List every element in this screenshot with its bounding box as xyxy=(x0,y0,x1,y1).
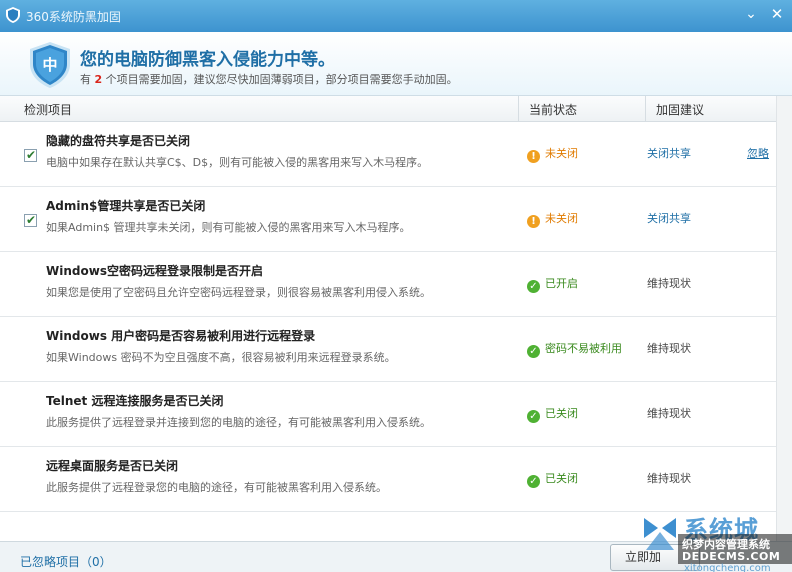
check-circle-icon: ✓ xyxy=(527,410,540,423)
shield-app-icon xyxy=(6,7,20,23)
advice-text: 维持现状 xyxy=(647,277,691,290)
ignored-items-link[interactable]: 已忽略项目（0） xyxy=(20,553,112,570)
column-header-item: 检测项目 xyxy=(24,103,73,117)
check-circle-icon: ✓ xyxy=(527,280,540,293)
status-text: 已关闭 xyxy=(545,407,578,420)
check-list: ✔ 隐藏的盘符共享是否已关闭 电脑中如果存在默认共享C$、D$，则有可能被入侵的… xyxy=(0,122,776,541)
table-row: Telnet 远程连接服务是否已关闭 此服务提供了远程登录并连接到您的电脑的途径… xyxy=(0,382,776,447)
shield-icon: 中 xyxy=(30,42,70,88)
row-checkbox[interactable]: ✔ xyxy=(24,148,37,162)
warning-icon: ! xyxy=(527,150,540,163)
row-description: 如果Admin$ 管理共享未关闭，则有可能被入侵的黑客用来写入木马程序。 xyxy=(46,221,411,234)
row-checkbox[interactable]: ✔ xyxy=(24,213,37,227)
weak-item-count: 2 xyxy=(94,73,103,86)
check-circle-icon: ✓ xyxy=(527,345,540,358)
row-title: 隐藏的盘符共享是否已关闭 xyxy=(46,134,191,148)
status-badge: ! 未关闭 xyxy=(527,145,578,163)
table-row: ✔ Admin$管理共享是否已关闭 如果Admin$ 管理共享未关闭，则有可能被… xyxy=(0,187,776,252)
vertical-scrollbar[interactable] xyxy=(776,96,792,541)
column-separator xyxy=(518,96,519,122)
title-bar: 360系统防黑加固 ⌄ ✕ xyxy=(0,0,792,32)
row-description: 电脑中如果存在默认共享C$、D$，则有可能被入侵的黑客用来写入木马程序。 xyxy=(46,156,429,169)
check-circle-icon: ✓ xyxy=(527,475,540,488)
summary-suffix: 个项目需要加固，建议您尽快加固薄弱项目，部分项目需要您手动加固。 xyxy=(102,73,458,86)
status-text: 密码不易被利用 xyxy=(545,342,622,355)
status-badge: ✓ 已关闭 xyxy=(527,470,578,488)
check-icon: ✔ xyxy=(26,213,37,227)
status-text: 已关闭 xyxy=(545,472,578,485)
summary-text: 有 2 个项目需要加固，建议您尽快加固薄弱项目，部分项目需要您手动加固。 xyxy=(80,71,458,87)
minimize-icon[interactable]: ⌄ xyxy=(740,4,762,24)
column-header-status: 当前状态 xyxy=(529,103,578,117)
column-separator xyxy=(645,96,646,122)
warning-icon: ! xyxy=(527,215,540,228)
table-row: ✔ 隐藏的盘符共享是否已关闭 电脑中如果存在默认共享C$、D$，则有可能被入侵的… xyxy=(0,122,776,187)
advice-text: 维持现状 xyxy=(647,472,691,485)
watermark: 系统城 织梦内容管理系统 DEDECMS.COM xitongcheng.com xyxy=(640,508,792,572)
row-title: Admin$管理共享是否已关闭 xyxy=(46,199,206,213)
advice-text: 维持现状 xyxy=(647,342,691,355)
table-header: 检测项目 当前状态 加固建议 xyxy=(0,96,776,122)
status-badge: ✓ 已关闭 xyxy=(527,405,578,423)
table-row: Windows 用户密码是否容易被利用进行远程登录 如果Windows 密码不为… xyxy=(0,317,776,382)
status-text: 未关闭 xyxy=(545,147,578,160)
row-title: Telnet 远程连接服务是否已关闭 xyxy=(46,394,224,408)
row-description: 如果您是使用了空密码且允许空密码远程登录，则很容易被黑客利用侵入系统。 xyxy=(46,286,431,299)
page-title: 您的电脑防御黑客入侵能力中等。 xyxy=(80,50,335,70)
window-title: 360系统防黑加固 xyxy=(26,10,121,24)
windows-logo-icon xyxy=(644,518,676,550)
summary-header: 中 您的电脑防御黑客入侵能力中等。 有 2 个项目需要加固，建议您尽快加固薄弱项… xyxy=(0,32,792,96)
row-title: 远程桌面服务是否已关闭 xyxy=(46,459,179,473)
advice-text: 维持现状 xyxy=(647,407,691,420)
status-badge: ! 未关闭 xyxy=(527,210,578,228)
watermark-line2: DEDECMS.COM xyxy=(682,550,781,563)
status-badge: ✓ 密码不易被利用 xyxy=(527,340,622,358)
summary-prefix: 有 xyxy=(80,73,95,86)
close-share-link[interactable]: 关闭共享 xyxy=(647,210,691,226)
shield-label: 中 xyxy=(42,56,57,74)
check-icon: ✔ xyxy=(26,148,37,162)
table-row: Windows空密码远程登录限制是否开启 如果您是使用了空密码且允许空密码远程登… xyxy=(0,252,776,317)
status-badge: ✓ 已开启 xyxy=(527,275,578,293)
watermark-url: xitongcheng.com xyxy=(684,563,771,572)
column-header-advice: 加固建议 xyxy=(656,103,705,117)
close-icon[interactable]: ✕ xyxy=(766,4,788,24)
status-text: 已开启 xyxy=(545,277,578,290)
check-table: 检测项目 当前状态 加固建议 ✔ 隐藏的盘符共享是否已关闭 电脑中如果存在默认共… xyxy=(0,96,792,541)
row-title: Windows空密码远程登录限制是否开启 xyxy=(46,264,263,278)
row-description: 此服务提供了远程登录并连接到您的电脑的途径，有可能被黑客利用入侵系统。 xyxy=(46,416,431,429)
status-text: 未关闭 xyxy=(545,212,578,225)
table-row: 远程桌面服务是否已关闭 此服务提供了远程登录您的电脑的途径，有可能被黑客利用入侵… xyxy=(0,447,776,512)
ignore-link[interactable]: 忽略 xyxy=(747,145,769,161)
row-title: Windows 用户密码是否容易被利用进行远程登录 xyxy=(46,329,316,343)
row-description: 此服务提供了远程登录您的电脑的途径，有可能被黑客利用入侵系统。 xyxy=(46,481,387,494)
close-share-link[interactable]: 关闭共享 xyxy=(647,145,691,161)
row-description: 如果Windows 密码不为空且强度不高，很容易被利用来远程登录系统。 xyxy=(46,351,396,364)
